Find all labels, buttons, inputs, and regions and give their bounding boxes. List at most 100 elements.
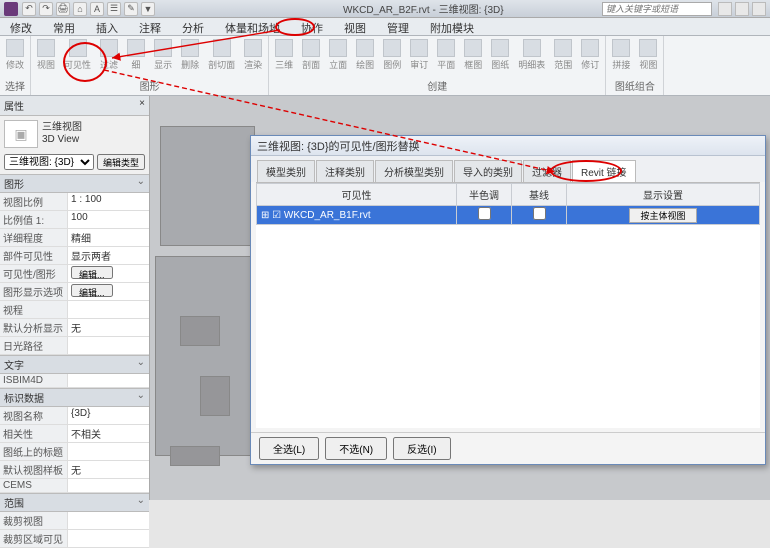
halftone-checkbox[interactable] xyxy=(478,207,491,220)
props-section-标识数据[interactable]: 标识数据⌄ xyxy=(0,388,149,407)
dtab-model[interactable]: 模型类别 xyxy=(257,160,315,182)
ribbon-group-label: 图形 xyxy=(35,78,264,93)
link-row[interactable]: ⊞ ☑ WKCD_AR_B1F.rvt 按主体视图 xyxy=(257,206,760,225)
dtab-analytical[interactable]: 分析模型类别 xyxy=(375,160,453,182)
ribbon-细[interactable]: 细 xyxy=(125,38,147,72)
dtab-filters[interactable]: 过滤器 xyxy=(523,160,571,182)
ribbon-框图[interactable]: 框图 xyxy=(462,38,484,72)
ribbon-明细表[interactable]: 明细表 xyxy=(516,38,547,72)
invert-selection-button[interactable]: 反选(I) xyxy=(393,437,450,460)
qat-home[interactable]: ⌂ xyxy=(73,2,87,16)
help-icon[interactable] xyxy=(718,2,732,16)
type-name: 三维视图 xyxy=(42,122,82,134)
prop-row[interactable]: 相关性不相关 xyxy=(0,425,149,443)
qat-undo[interactable]: ↶ xyxy=(22,2,36,16)
prop-row[interactable]: 裁剪区域可见 xyxy=(0,530,149,548)
prop-row[interactable]: 视程 xyxy=(0,301,149,319)
dtab-annot[interactable]: 注释类别 xyxy=(316,160,374,182)
prop-row[interactable]: 详细程度精细 xyxy=(0,229,149,247)
type-thumbnail: ▣ xyxy=(4,120,38,148)
prop-row[interactable]: 视图名称{3D} xyxy=(0,407,149,425)
ribbon-剖面[interactable]: 剖面 xyxy=(300,38,322,72)
ribbon-视图[interactable]: 视图 xyxy=(35,38,57,72)
ribbon-过滤[interactable]: 过滤 xyxy=(98,38,120,72)
qat-redo[interactable]: ↷ xyxy=(39,2,53,16)
close-icon[interactable]: × xyxy=(139,98,145,113)
type-selector[interactable]: 三维视图: {3D} xyxy=(4,154,94,170)
prop-edit-button[interactable]: 编辑... xyxy=(71,266,113,279)
col-display[interactable]: 显示设置 xyxy=(567,184,760,206)
ribbon-平面[interactable]: 平面 xyxy=(435,38,457,72)
ribbon-group-label: 创建 xyxy=(273,78,601,93)
user-icon[interactable] xyxy=(735,2,749,16)
ribbon-group-label: 选择 xyxy=(4,78,26,93)
tab-addins[interactable]: 附加模块 xyxy=(420,18,485,35)
prop-row[interactable]: 可见性/图形编辑... xyxy=(0,265,149,283)
ribbon-图例[interactable]: 图例 xyxy=(381,38,403,72)
ribbon-group-label: 图纸组合 xyxy=(610,78,659,93)
ribbon-渲染[interactable]: 渲染 xyxy=(242,38,264,72)
app-icon[interactable] xyxy=(4,2,18,16)
ribbon-显示[interactable]: 显示 xyxy=(152,38,174,72)
ribbon-审订[interactable]: 审订 xyxy=(408,38,430,72)
qat-print[interactable]: 🖨 xyxy=(56,2,70,16)
qat-menu[interactable]: ☰ xyxy=(107,2,121,16)
tab-manage[interactable]: 管理 xyxy=(377,18,420,35)
ribbon-绘图[interactable]: 绘图 xyxy=(354,38,376,72)
prop-row[interactable]: 默认分析显示无 xyxy=(0,319,149,337)
ribbon-修订[interactable]: 修订 xyxy=(579,38,601,72)
select-all-button[interactable]: 全选(L) xyxy=(259,437,319,460)
tab-modify[interactable]: 修改 xyxy=(0,18,43,35)
tab-massing[interactable]: 体量和场地 xyxy=(215,18,291,35)
ribbon-修改[interactable]: 修改 xyxy=(4,38,26,72)
window-title: WKCD_AR_B2F.rvt - 三维视图: {3D} xyxy=(343,1,504,16)
prop-row[interactable]: 图纸上的标题 xyxy=(0,443,149,461)
tab-analyze[interactable]: 分析 xyxy=(172,18,215,35)
prop-row[interactable]: 比例值 1:100 xyxy=(0,211,149,229)
search-input[interactable] xyxy=(602,2,712,16)
link-filename: WKCD_AR_B1F.rvt xyxy=(284,210,371,221)
prop-row[interactable]: CEMS xyxy=(0,479,149,493)
ribbon-三维[interactable]: 三维 xyxy=(273,38,295,72)
prop-row[interactable]: 图形显示选项编辑... xyxy=(0,283,149,301)
min-icon[interactable] xyxy=(752,2,766,16)
col-underlay[interactable]: 基线 xyxy=(512,184,567,206)
links-table: 可见性 半色调 基线 显示设置 ⊞ ☑ WKCD_AR_B1F.rvt 按主体视… xyxy=(256,183,760,225)
prop-row[interactable]: 默认视图样板无 xyxy=(0,461,149,479)
ribbon-剖切面[interactable]: 剖切面 xyxy=(206,38,237,72)
properties-panel: 属性× ▣ 三维视图 3D View 三维视图: {3D} 编辑类型 图形⌄视图… xyxy=(0,96,150,500)
prop-edit-button[interactable]: 编辑... xyxy=(71,284,113,297)
props-section-图形[interactable]: 图形⌄ xyxy=(0,174,149,193)
quick-access-toolbar: ↶ ↷ 🖨 ⌂ A ☰ ✎ ▼ xyxy=(22,2,155,16)
qat-edit[interactable]: ✎ xyxy=(124,2,138,16)
props-section-范围[interactable]: 范围⌄ xyxy=(0,493,149,512)
ribbon-图纸[interactable]: 图纸 xyxy=(489,38,511,72)
prop-row[interactable]: ISBIM4D xyxy=(0,374,149,388)
col-visibility[interactable]: 可见性 xyxy=(257,184,457,206)
tab-view[interactable]: 视图 xyxy=(334,18,377,35)
prop-row[interactable]: 日光路径 xyxy=(0,337,149,355)
qat-text[interactable]: A xyxy=(90,2,104,16)
tab-collab[interactable]: 协作 xyxy=(291,18,334,35)
underlay-checkbox[interactable] xyxy=(533,207,546,220)
ribbon-视图[interactable]: 视图 xyxy=(637,38,659,72)
ribbon-范围[interactable]: 范围 xyxy=(552,38,574,72)
props-section-文字[interactable]: 文字⌄ xyxy=(0,355,149,374)
prop-row[interactable]: 裁剪视图 xyxy=(0,512,149,530)
select-none-button[interactable]: 不选(N) xyxy=(325,437,387,460)
ribbon-立面[interactable]: 立面 xyxy=(327,38,349,72)
dtab-revit-links[interactable]: Revit 链接 xyxy=(572,160,636,182)
display-settings-button[interactable]: 按主体视图 xyxy=(629,208,696,223)
tab-home[interactable]: 常用 xyxy=(43,18,86,35)
ribbon-可见性[interactable]: 可见性 xyxy=(62,38,93,72)
prop-row[interactable]: 视图比例1 : 100 xyxy=(0,193,149,211)
ribbon-拼接[interactable]: 拼接 xyxy=(610,38,632,72)
tab-annotate[interactable]: 注释 xyxy=(129,18,172,35)
ribbon-删除[interactable]: 删除 xyxy=(179,38,201,72)
tab-insert[interactable]: 插入 xyxy=(86,18,129,35)
qat-more[interactable]: ▼ xyxy=(141,2,155,16)
prop-row[interactable]: 部件可见性显示两者 xyxy=(0,247,149,265)
edit-type-button[interactable]: 编辑类型 xyxy=(97,154,145,170)
col-halftone[interactable]: 半色调 xyxy=(457,184,512,206)
dtab-imported[interactable]: 导入的类别 xyxy=(454,160,522,182)
